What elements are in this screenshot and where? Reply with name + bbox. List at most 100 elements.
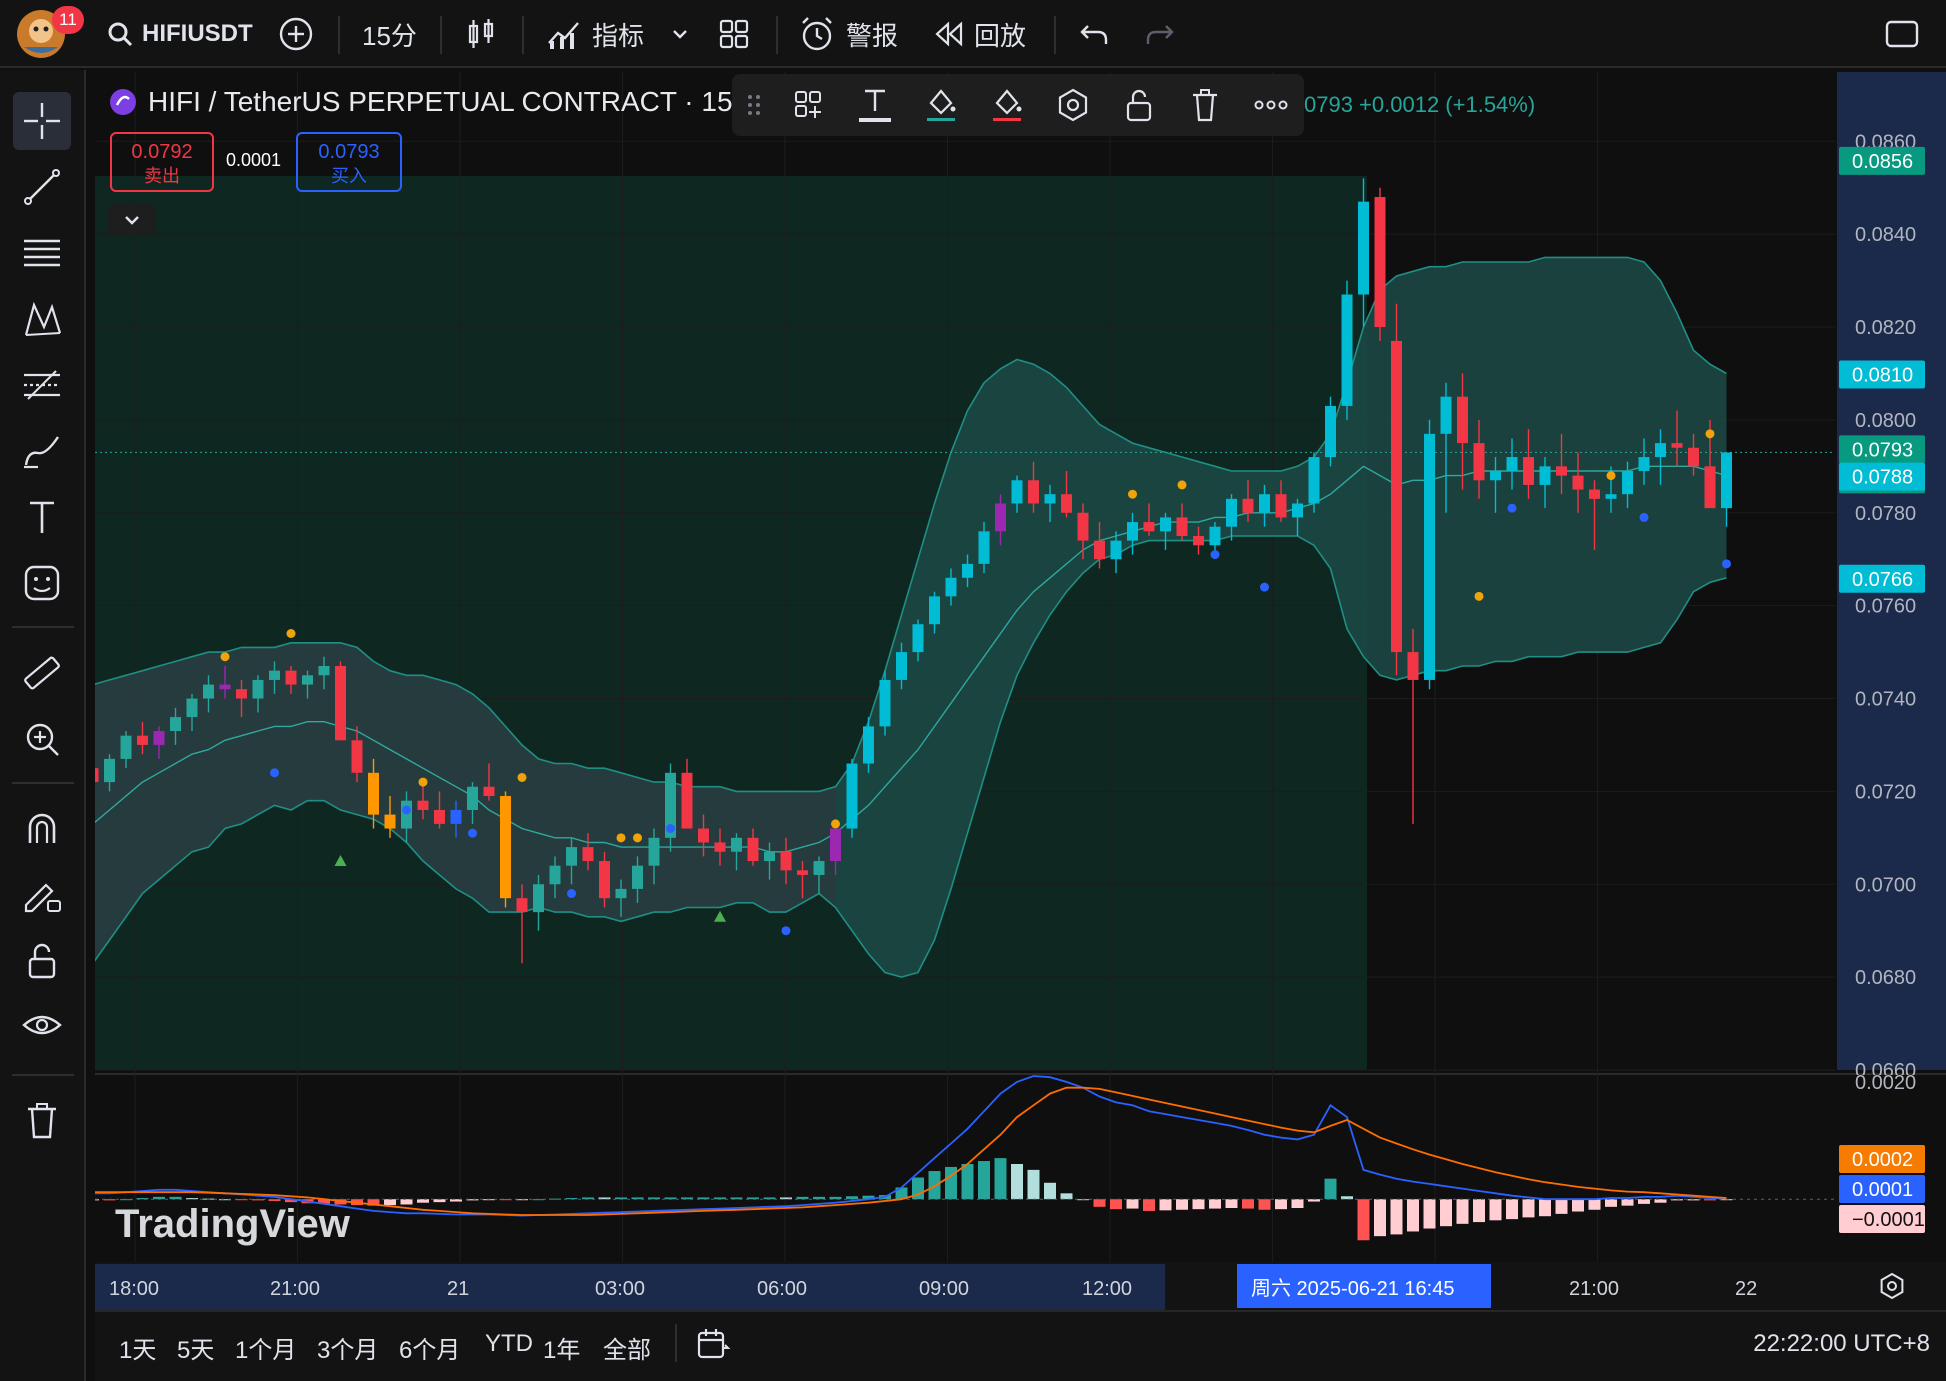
fill-color-button[interactable] (908, 74, 974, 136)
unlock-icon (1126, 89, 1152, 122)
time-tick: 03:00 (595, 1278, 645, 1300)
horizontal-lines-tool[interactable] (13, 224, 71, 282)
collapse-legend-button[interactable] (108, 204, 156, 236)
signal-dot (1639, 512, 1649, 522)
buy-label: 买入 (331, 166, 367, 186)
candle-body (632, 865, 643, 889)
range-4[interactable]: 3个月 (317, 1330, 378, 1365)
coin-icon (110, 89, 136, 115)
candle-body (863, 726, 874, 764)
bottom-toolbar: 1天 5天 1个月 3个月 6个月 YTD 1年 全部 22:22:00 UTC+8 (95, 1310, 1946, 1381)
remove-drawings-tool[interactable] (13, 1092, 71, 1150)
candle-body (747, 837, 759, 862)
candle-body (1638, 457, 1650, 471)
macd-histogram-bar (1192, 1199, 1205, 1210)
lock-drawings-tool[interactable] (13, 866, 71, 924)
candle-body (1259, 494, 1270, 513)
date-range-button[interactable] (695, 1326, 731, 1367)
candle-body (813, 861, 825, 875)
ruler-icon (24, 656, 60, 690)
price-chart[interactable]: TradingView0.08600.08400.08200.08000.078… (95, 72, 1946, 1310)
candle-body (764, 851, 775, 862)
window-icon (1885, 20, 1919, 48)
range-2[interactable]: 5天 (177, 1330, 214, 1365)
sell-price: 0.0792 (131, 141, 193, 163)
candle-body (1358, 201, 1369, 295)
signal-dot (616, 833, 626, 843)
candle-body (500, 796, 511, 899)
redo-button[interactable] (1144, 0, 1176, 68)
search-icon (108, 22, 133, 47)
drawing-toolbar (0, 70, 86, 1381)
lock-tool[interactable] (13, 932, 71, 990)
drag-handle[interactable] (732, 74, 776, 136)
range-3[interactable]: 1个月 (235, 1330, 296, 1365)
time-tick: 21 (447, 1278, 469, 1300)
text-tool[interactable] (13, 488, 71, 546)
plus-circle-icon (279, 17, 313, 51)
range-6[interactable]: YTD (485, 1330, 533, 1358)
measure-tool[interactable] (13, 644, 71, 702)
macd-histogram-bar (1110, 1199, 1122, 1210)
range-8[interactable]: 全部 (603, 1330, 651, 1365)
time-tick: 22 (1735, 1278, 1757, 1300)
pencil-lock-icon (24, 883, 61, 913)
symbol-search[interactable]: HIFIUSDT (106, 0, 253, 68)
settings-button[interactable] (1040, 74, 1106, 136)
candle-body (434, 809, 445, 824)
trash-icon (28, 1103, 56, 1139)
signal-dot (567, 889, 576, 899)
brush-tool[interactable] (13, 422, 71, 480)
chart-area[interactable]: TradingView 0.0860 0.0840 0.0820 0.0800 0.078… (95, 72, 1946, 1380)
clock[interactable]: 22:22:00 UTC+8 (1753, 1330, 1930, 1358)
fib-tool[interactable] (13, 356, 71, 414)
delete-drawing-button[interactable] (1172, 74, 1238, 136)
magnet-tool[interactable] (13, 800, 71, 858)
chart-type-button[interactable] (464, 0, 498, 68)
text-color-button[interactable] (842, 74, 908, 136)
grid-icon (719, 19, 749, 49)
zoom-tool[interactable] (13, 710, 71, 768)
sell-button[interactable]: 0.0792 卖出 (110, 132, 214, 192)
macd-histogram-bar (1044, 1182, 1056, 1200)
candle-body (599, 861, 610, 899)
range-7[interactable]: 1年 (543, 1330, 580, 1365)
buy-button[interactable]: 0.0793 买入 (296, 132, 402, 192)
signal-dot (1128, 489, 1137, 499)
chevron-down-icon[interactable] (670, 0, 690, 68)
fullscreen-button[interactable] (1884, 0, 1920, 68)
candle-body (269, 670, 280, 680)
trend-line-tool[interactable] (13, 158, 71, 216)
alert-button[interactable]: 警报 (798, 0, 898, 68)
time-tick: 18:00 (109, 1278, 159, 1300)
candle-body (1176, 517, 1188, 536)
paint-bucket-icon (927, 89, 956, 121)
candle-body (896, 652, 907, 680)
time-tick: 06:00 (757, 1278, 807, 1300)
lock-drawing-button[interactable] (1106, 74, 1172, 136)
candle-body (1374, 197, 1386, 328)
macd-histogram-bar (961, 1164, 974, 1200)
candle-body (318, 666, 330, 676)
alarm-clock-icon (802, 17, 832, 51)
crosshair-tool[interactable] (13, 92, 71, 150)
undo-button[interactable] (1078, 0, 1110, 68)
compare-button[interactable] (278, 0, 314, 68)
price-tick: 0.0740 (1855, 689, 1916, 711)
pattern-tool[interactable] (13, 290, 71, 348)
signal-dot (270, 768, 279, 778)
templates-button[interactable] (776, 74, 842, 136)
macd-histogram-bar (1539, 1199, 1551, 1217)
replay-button[interactable]: 回放 (934, 0, 1026, 68)
emoji-tool[interactable] (13, 554, 71, 612)
candle-body (417, 800, 429, 810)
macd-histogram-bar (1522, 1199, 1535, 1218)
more-button[interactable] (1238, 74, 1304, 136)
range-5[interactable]: 6个月 (399, 1330, 460, 1365)
range-1[interactable]: 1天 (119, 1330, 156, 1365)
indicators-button[interactable]: 指标 (546, 0, 644, 68)
interval-button[interactable]: 15分 (362, 0, 417, 68)
border-color-button[interactable] (974, 74, 1040, 136)
visibility-tool[interactable] (13, 998, 71, 1056)
layouts-button[interactable] (718, 0, 750, 68)
